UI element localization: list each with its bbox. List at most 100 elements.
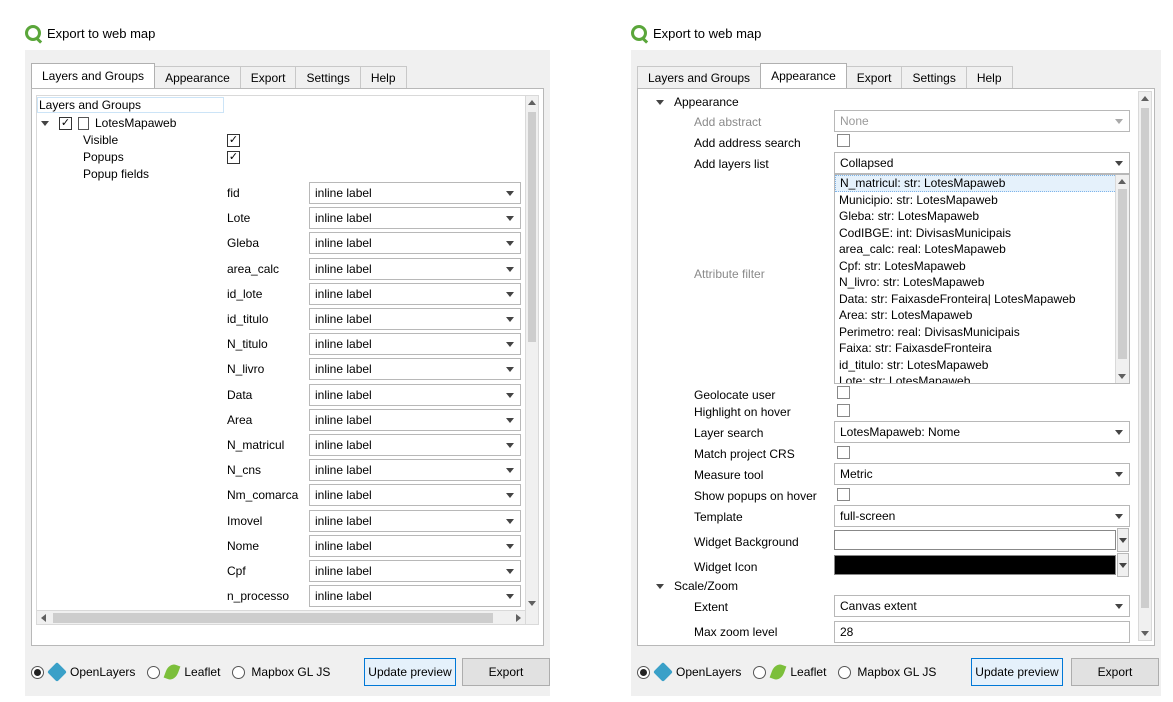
popup-field-select[interactable]: inline label	[309, 484, 521, 507]
popup-field-select[interactable]: inline label	[309, 534, 521, 557]
highlight-on-hover-checkbox[interactable]	[837, 404, 850, 417]
openlayers-radio[interactable]	[637, 665, 650, 679]
add-layers-list-select[interactable]: Collapsed	[834, 152, 1130, 174]
show-popups-on-hover-checkbox[interactable]	[837, 488, 850, 501]
mapbox-option[interactable]: Mapbox GL JS	[232, 665, 330, 679]
tab-appearance[interactable]: Appearance	[760, 63, 847, 88]
popup-field-select[interactable]: inline label	[309, 434, 521, 456]
collapse-arrow-icon[interactable]	[656, 99, 664, 105]
popup-field-select[interactable]: inline label	[309, 358, 521, 381]
template-select[interactable]: full-screen	[834, 505, 1130, 527]
tab-layers-and-groups[interactable]: Layers and Groups	[637, 66, 762, 88]
attribute-filter-item[interactable]: Lote: str: LotesMapaweb	[835, 373, 1129, 383]
max-zoom-select[interactable]: 28	[834, 621, 1130, 643]
scroll-down-icon[interactable]	[1118, 374, 1126, 379]
appearance-section-header[interactable]: Appearance	[656, 93, 739, 111]
attribute-filter-item[interactable]: Gleba: str: LotesMapaweb	[835, 208, 1129, 225]
tab-export[interactable]: Export	[845, 66, 903, 88]
openlayers-option[interactable]: OpenLayers	[31, 662, 135, 682]
attribute-filter-item[interactable]: Perimetro: real: DivisasMunicipais	[835, 324, 1129, 341]
extent-select[interactable]: Canvas extent	[834, 595, 1130, 617]
scroll-up-icon[interactable]	[528, 100, 536, 105]
attribute-filter-item[interactable]: CodIBGE: int: DivisasMunicipais	[835, 225, 1129, 242]
popup-field-select[interactable]: inline label	[309, 585, 521, 608]
measure-tool-select[interactable]: Metric	[834, 463, 1130, 485]
popup-field-select[interactable]: inline label	[309, 383, 521, 406]
popup-field-select[interactable]: inline label	[309, 257, 521, 280]
scroll-up-icon[interactable]	[1118, 179, 1126, 184]
vertical-scroll-thumb[interactable]	[1141, 108, 1149, 608]
match-project-crs-checkbox[interactable]	[837, 446, 850, 459]
scroll-down-icon[interactable]	[1141, 631, 1149, 636]
scroll-left-icon[interactable]	[41, 614, 46, 622]
vertical-scroll-thumb[interactable]	[528, 112, 536, 342]
visible-checkbox[interactable]: ✓	[227, 134, 240, 147]
widget-icon-color-button[interactable]	[834, 555, 1116, 575]
mapbox-radio[interactable]	[232, 665, 246, 679]
leaflet-option[interactable]: Leaflet	[147, 662, 220, 682]
layer-row[interactable]: ✓ LotesMapaweb	[41, 114, 176, 132]
popup-field-select[interactable]: inline label	[309, 182, 521, 204]
widget-icon-menu-button[interactable]	[1117, 553, 1129, 577]
attribute-filter-list[interactable]: N_matricul: str: LotesMapaweb Municipio: …	[834, 174, 1130, 384]
tab-appearance[interactable]: Appearance	[154, 66, 241, 88]
leaflet-radio[interactable]	[147, 665, 161, 679]
add-abstract-select[interactable]: None	[834, 110, 1130, 132]
mapbox-option[interactable]: Mapbox GL JS	[838, 665, 936, 679]
popup-field-select[interactable]: inline label	[309, 560, 521, 582]
attribute-filter-item[interactable]: N_matricul: str: LotesMapaweb	[835, 175, 1129, 192]
add-address-search-checkbox[interactable]	[837, 134, 850, 147]
update-preview-button[interactable]: Update preview	[364, 658, 456, 686]
popup-field-select[interactable]: inline label	[309, 232, 521, 255]
popups-checkbox[interactable]: ✓	[227, 151, 240, 164]
vertical-scrollbar[interactable]	[1138, 91, 1152, 641]
popup-field-select[interactable]: inline label	[309, 333, 521, 356]
attribute-filter-item[interactable]: area_calc: real: LotesMapaweb	[835, 241, 1129, 258]
scroll-right-icon[interactable]	[516, 614, 521, 622]
leaflet-radio[interactable]	[753, 665, 767, 679]
popup-field-select[interactable]: inline label	[309, 509, 521, 532]
popup-field-select[interactable]: inline label	[309, 207, 521, 230]
expand-arrow-icon[interactable]	[41, 120, 49, 126]
attribute-filter-scroll-thumb[interactable]	[1118, 189, 1127, 359]
widget-background-color-button[interactable]	[834, 530, 1116, 550]
update-preview-button[interactable]: Update preview	[971, 658, 1063, 686]
tab-help[interactable]: Help	[965, 66, 1013, 88]
mapbox-radio[interactable]	[838, 665, 852, 679]
tab-help[interactable]: Help	[359, 66, 407, 88]
tab-export[interactable]: Export	[239, 66, 297, 88]
popup-field-select[interactable]: inline label	[309, 282, 521, 305]
tab-settings[interactable]: Settings	[295, 66, 361, 88]
export-button[interactable]: Export	[1071, 658, 1159, 686]
tree-root-row[interactable]: Layers and Groups	[37, 96, 224, 114]
attribute-filter-item[interactable]: Cpf: str: LotesMapaweb	[835, 258, 1129, 275]
collapse-arrow-icon[interactable]	[656, 583, 664, 589]
attribute-filter-item[interactable]: Data: str: FaixasdeFronteira| LotesMapaw…	[835, 291, 1129, 308]
attribute-filter-item[interactable]: Area: str: LotesMapaweb	[835, 307, 1129, 324]
openlayers-radio[interactable]	[31, 665, 44, 679]
scale-zoom-section-header[interactable]: Scale/Zoom	[656, 577, 738, 595]
scroll-down-icon[interactable]	[528, 601, 536, 606]
attribute-filter-item[interactable]: N_livro: str: LotesMapaweb	[835, 274, 1129, 291]
openlayers-option[interactable]: OpenLayers	[637, 662, 741, 682]
popup-field-select[interactable]: inline label	[309, 308, 521, 330]
export-button[interactable]: Export	[462, 658, 550, 686]
layer-checkbox[interactable]: ✓	[59, 116, 72, 130]
leaflet-option[interactable]: Leaflet	[753, 662, 826, 682]
attribute-filter-item[interactable]: id_titulo: str: LotesMapaweb	[835, 357, 1129, 374]
attribute-filter-scrollbar[interactable]	[1115, 175, 1129, 383]
horizontal-scroll-thumb[interactable]	[53, 613, 493, 623]
tab-settings[interactable]: Settings	[901, 66, 967, 88]
widget-background-menu-button[interactable]	[1117, 528, 1129, 552]
layers-tree[interactable]: Layers and Groups ✓ LotesMapaweb Visible…	[36, 95, 526, 625]
attribute-filter-item[interactable]: Faixa: str: FaixasdeFronteira	[835, 340, 1129, 357]
layer-search-select[interactable]: LotesMapaweb: Nome	[834, 421, 1130, 443]
popup-field-select[interactable]: inline label	[309, 459, 521, 482]
popup-field-select[interactable]: inline label	[309, 408, 521, 431]
vertical-scrollbar[interactable]	[525, 95, 539, 625]
horizontal-scrollbar[interactable]	[37, 610, 525, 624]
attribute-filter-item[interactable]: Municipio: str: LotesMapaweb	[835, 192, 1129, 209]
scroll-up-icon[interactable]	[1141, 96, 1149, 101]
geolocate-user-checkbox[interactable]	[837, 386, 850, 399]
tab-layers-and-groups[interactable]: Layers and Groups	[31, 63, 156, 88]
